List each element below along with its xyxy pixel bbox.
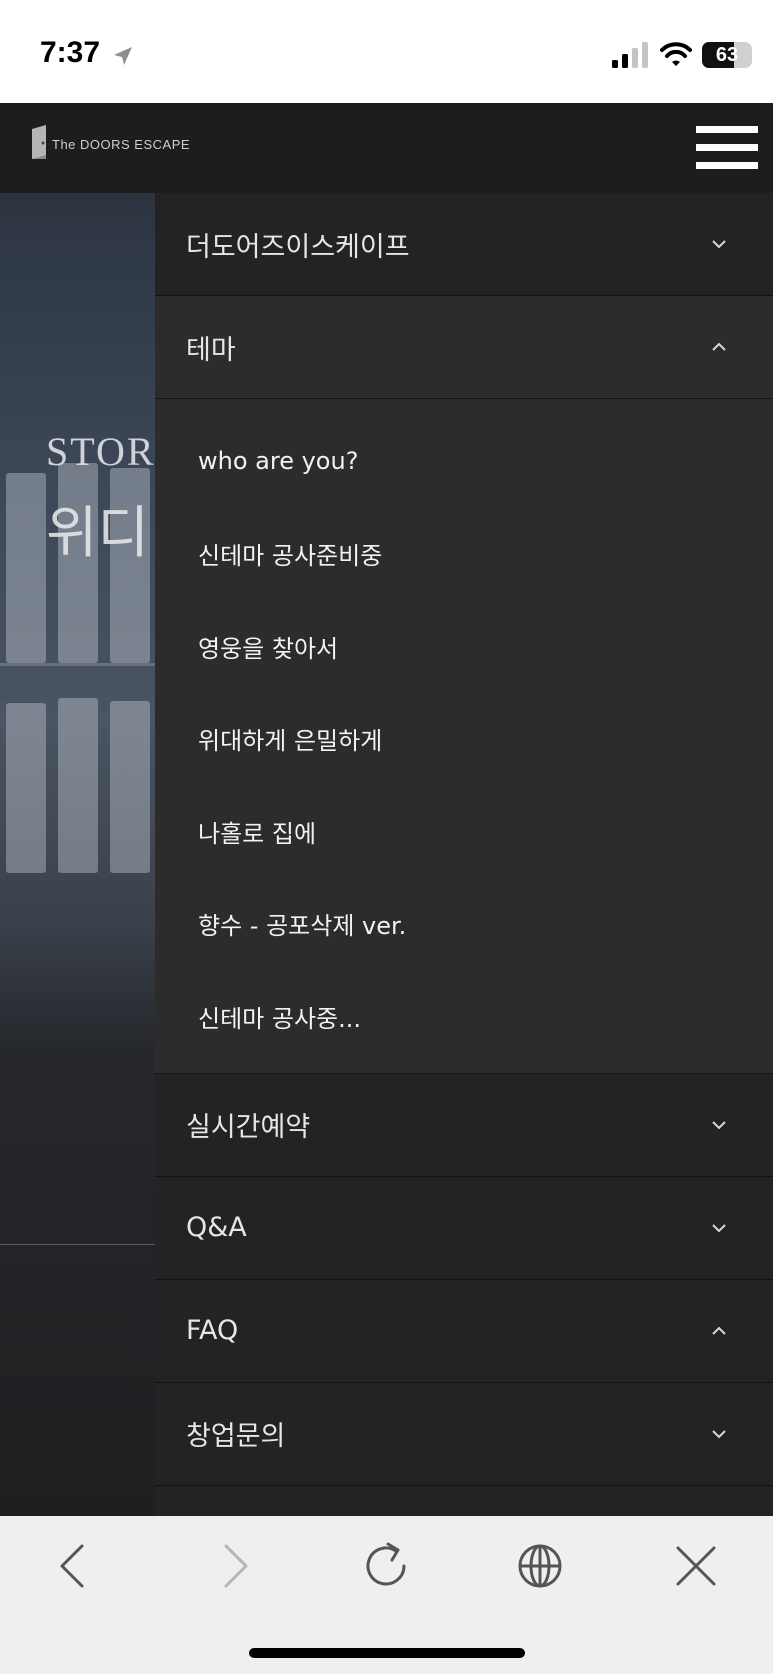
forward-icon[interactable] — [204, 1536, 264, 1596]
back-icon[interactable] — [44, 1536, 104, 1596]
menu-item-theme[interactable]: 테마 — [155, 296, 773, 399]
logo-text: The DOORS ESCAPE — [52, 137, 191, 152]
globe-icon[interactable] — [510, 1536, 570, 1596]
reload-icon[interactable] — [356, 1536, 416, 1596]
status-time: 7:37 — [40, 36, 101, 69]
submenu-item-perfume[interactable]: 향수 - 공포삭제 ver. — [155, 878, 773, 971]
bg-binder — [6, 703, 46, 873]
background-page-image: STOR 위디 — [0, 193, 155, 1516]
menu-item-label: 실시간예약 — [186, 1112, 311, 1143]
menu-item-realtime-reservation[interactable]: 실시간예약 — [155, 1074, 773, 1177]
hamburger-line — [696, 144, 758, 151]
battery-percent: 63 — [715, 44, 739, 66]
menu-item-label: FAQ — [186, 1315, 239, 1346]
chevron-down-icon — [712, 1429, 726, 1438]
wifi-icon — [660, 42, 692, 66]
home-indicator[interactable] — [249, 1648, 525, 1658]
chevron-down-icon — [712, 1120, 726, 1129]
submenu-item-new-theme-construction[interactable]: 신테마 공사중... — [155, 970, 773, 1063]
chevron-up-icon — [712, 342, 726, 351]
chevron-up-icon — [712, 1326, 726, 1335]
menu-item-faq[interactable]: FAQ — [155, 1280, 773, 1383]
submenu-item-new-theme-preparing[interactable]: 신테마 공사준비중 — [155, 508, 773, 601]
hamburger-line — [696, 126, 758, 133]
menu-item-franchise-inquiry[interactable]: 창업문의 — [155, 1383, 773, 1486]
bg-binder — [110, 701, 150, 873]
background-heading-small: STOR — [46, 429, 155, 474]
menu-item-label: 창업문의 — [186, 1421, 286, 1452]
submenu-item-finding-hero[interactable]: 영웅을 찾아서 — [155, 600, 773, 693]
status-bar: 7:37 63 — [0, 0, 773, 103]
menu-item-the-doors-escape[interactable]: 더도어즈이스케이프 — [155, 193, 773, 296]
bg-divider — [0, 1244, 155, 1245]
door-logo-icon — [32, 125, 46, 159]
location-arrow-icon — [114, 47, 132, 65]
chevron-down-icon — [712, 240, 726, 249]
menu-item-qna[interactable]: Q&A — [155, 1177, 773, 1280]
menu-item-label: 테마 — [186, 334, 236, 366]
signal-icon — [612, 42, 648, 68]
site-logo[interactable]: The DOORS ESCAPE — [30, 123, 190, 163]
battery-icon: 63 — [702, 42, 752, 68]
nav-drawer: 더도어즈이스케이프 테마 who are you? 신테마 공사준비중 영웅을 … — [155, 193, 773, 1516]
bg-shelf — [0, 663, 155, 666]
menu-item-label: Q&A — [186, 1212, 247, 1243]
bg-binder — [6, 473, 46, 663]
browser-toolbar — [0, 1516, 773, 1674]
theme-submenu: who are you? 신테마 공사준비중 영웅을 찾아서 위대하게 은밀하게… — [155, 399, 773, 1074]
submenu-item-great-and-secret[interactable]: 위대하게 은밀하게 — [155, 693, 773, 786]
hamburger-line — [696, 162, 758, 169]
bg-binder — [58, 698, 98, 873]
site-header: The DOORS ESCAPE — [0, 103, 773, 193]
menu-item-label: 더도어즈이스케이프 — [186, 231, 410, 263]
hamburger-menu-button[interactable] — [696, 126, 758, 176]
submenu-item-who-are-you[interactable]: who are you? — [155, 415, 773, 508]
submenu-item-home-alone[interactable]: 나홀로 집에 — [155, 785, 773, 878]
background-heading-large: 위디 — [46, 503, 150, 565]
chevron-down-icon — [712, 1223, 726, 1232]
close-icon[interactable] — [666, 1536, 726, 1596]
